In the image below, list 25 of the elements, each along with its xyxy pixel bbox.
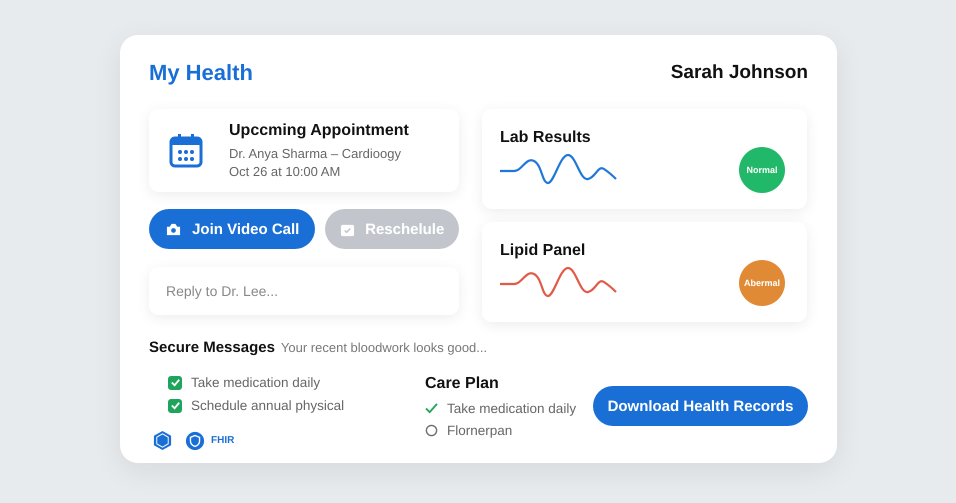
action-button[interactable]: Join Video Call: [149, 209, 316, 249]
user-name: Sarah Johnson: [670, 62, 808, 84]
checkbox[interactable]: [168, 398, 182, 412]
standard-label: FHIR: [211, 435, 234, 446]
checklist-label: Take medication daily: [191, 375, 320, 390]
doctor-name: Dr. Anya Sharma – Cardioogy: [229, 146, 402, 161]
care-plan-item: Flornerpan: [447, 423, 512, 438]
download-button[interactable]: Download Health Records: [593, 386, 808, 426]
result-title: Lipid Panel: [500, 242, 586, 260]
camera-icon: [165, 222, 182, 236]
app-title: My Health: [149, 60, 253, 86]
section-title: Care Plan: [425, 375, 500, 393]
checkbox[interactable]: [168, 376, 182, 390]
reply-field[interactable]: Reply to Dr. Lee...: [149, 267, 459, 315]
appointment-time: Oct 26 at 10:00 AM: [229, 164, 342, 179]
hexagon-badge-icon: [152, 430, 173, 451]
appointment-title: Upccming Appointment: [229, 122, 409, 140]
status-badge: Abermal: [739, 260, 785, 306]
care-plan-item: Take medication daily: [447, 401, 576, 416]
checklist-label: Schedule annual physical: [191, 398, 344, 413]
shield-icon: [185, 430, 205, 450]
status-badge: Normal: [739, 147, 785, 193]
message-preview: Your recent bloodwork looks good...: [280, 340, 488, 355]
result-title: Lab Results: [500, 129, 592, 147]
section-title: Secure Messages: [149, 339, 275, 356]
